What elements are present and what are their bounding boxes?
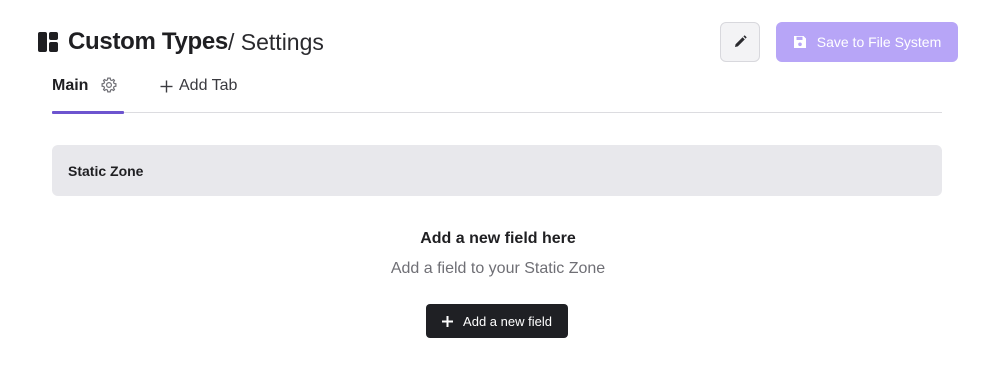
page-header: Custom Types / Settings Save to File Sys… xyxy=(38,22,958,62)
empty-state-title: Add a new field here xyxy=(420,230,576,247)
tab-bar: Main Add Tab xyxy=(52,70,942,114)
save-to-file-system-button[interactable]: Save to File System xyxy=(776,22,958,62)
add-new-field-label: Add a new field xyxy=(463,313,552,329)
floppy-icon xyxy=(793,36,806,48)
save-button-label: Save to File System xyxy=(816,34,942,50)
breadcrumb: / Settings xyxy=(228,29,324,55)
tab-main[interactable]: Main xyxy=(52,70,124,114)
page-title: Custom Types xyxy=(68,28,228,55)
plus-icon xyxy=(160,80,173,92)
plus-icon xyxy=(442,315,454,327)
pencil-icon xyxy=(735,35,747,47)
add-tab-button[interactable]: Add Tab xyxy=(160,77,237,95)
static-zone-label: Static Zone xyxy=(68,163,144,179)
static-zone-header: Static Zone xyxy=(52,145,942,196)
gear-icon[interactable] xyxy=(100,76,118,94)
add-tab-label: Add Tab xyxy=(179,77,238,94)
tab-main-label: Main xyxy=(52,77,89,94)
add-new-field-button[interactable]: Add a new field xyxy=(426,304,568,338)
active-tab-indicator xyxy=(52,111,124,114)
empty-state-subtitle: Add a field to your Static Zone xyxy=(390,260,606,277)
edit-button[interactable] xyxy=(720,22,760,62)
layout-icon xyxy=(38,32,58,52)
